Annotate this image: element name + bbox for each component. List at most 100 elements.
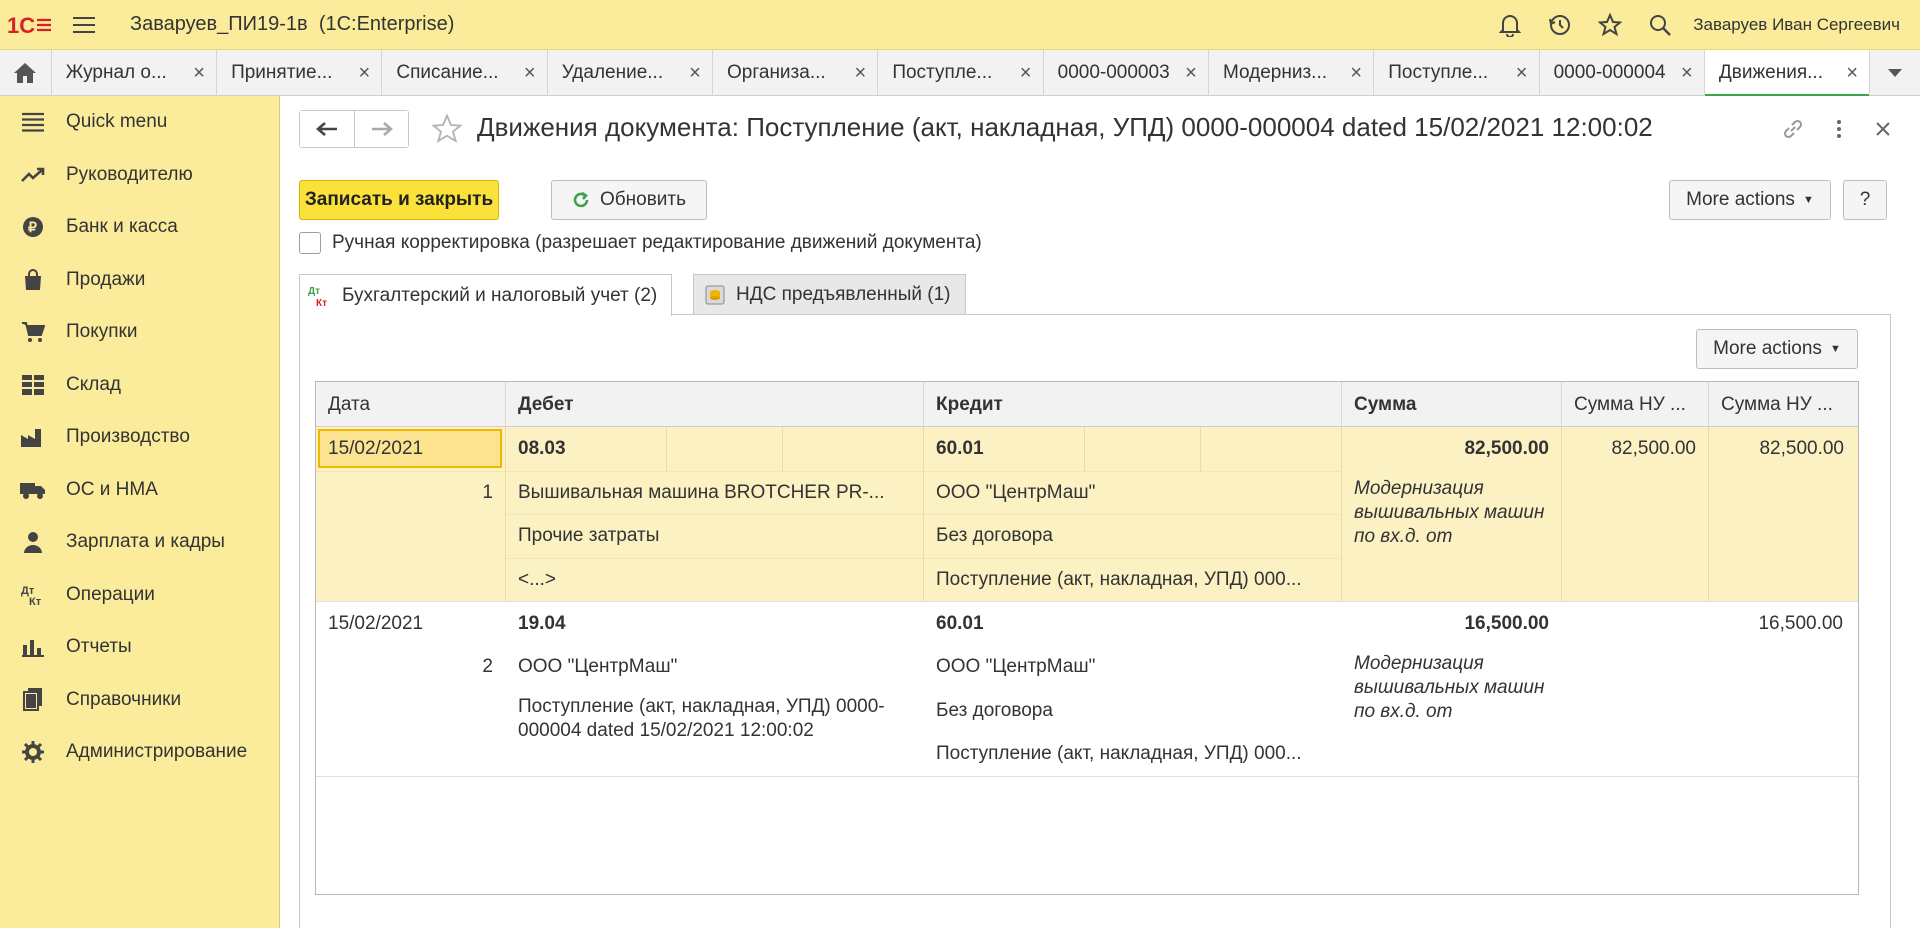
entry-date[interactable]: 15/02/2021 [316, 602, 505, 646]
credit-subconto-3[interactable]: Поступление (акт, накладная, УПД) 000... [924, 557, 1341, 602]
column-header-sum[interactable]: Сумма [1342, 382, 1562, 427]
manual-correction-checkbox[interactable] [299, 232, 321, 254]
debit-subconto-1[interactable]: Вышивальная машина BROTCHER PR-... [506, 470, 923, 515]
tab-dvizheniya[interactable]: Движения... × [1704, 50, 1871, 97]
column-header-sum-nu[interactable]: Сумма НУ ... [1562, 382, 1709, 427]
tab-vat[interactable]: НДС предъявленный (1) [693, 274, 966, 315]
credit-account[interactable]: 60.01 [924, 602, 1341, 646]
tab-udalenie[interactable]: Удаление... × [548, 50, 714, 96]
help-button[interactable]: ? [1843, 180, 1887, 220]
close-icon[interactable]: × [684, 62, 706, 85]
tab-label: Удаление... [561, 62, 664, 83]
forward-button[interactable] [354, 111, 408, 147]
sidebar-item-otchety[interactable]: Отчеты [0, 621, 279, 674]
bell-icon[interactable] [1485, 0, 1535, 50]
credit-subconto-2[interactable]: Без договора [924, 689, 1341, 733]
user-name[interactable]: Заваруев Иван Сергеевич [1693, 15, 1900, 35]
movements-table[interactable]: Дата Дебет Кредит Сумма Сумма НУ ... Сум… [315, 381, 1859, 895]
tab-prinyatie[interactable]: Принятие... × [217, 50, 383, 96]
debit-account[interactable]: 08.03 [506, 427, 923, 471]
manual-correction-label[interactable]: Ручная корректировка (разрешает редактир… [332, 232, 982, 254]
credit-account[interactable]: 60.01 [924, 427, 1341, 471]
tab-journal[interactable]: Журнал о... × [52, 50, 218, 96]
search-icon[interactable] [1635, 0, 1685, 50]
sum-nu-value[interactable]: 82,500.00 [1709, 427, 1856, 471]
tab-modernizatsiya[interactable]: Модерниз... × [1209, 50, 1375, 96]
close-icon[interactable]: × [353, 62, 375, 85]
entry-sum[interactable]: 82,500.00 [1342, 427, 1561, 471]
sum-nu-cell: 82,500.00 [1709, 427, 1856, 601]
entry-sum[interactable]: 16,500.00 [1342, 602, 1561, 646]
sidebar-item-proizvodstvo[interactable]: Производство [0, 411, 279, 464]
column-header-sum-nu[interactable]: Сумма НУ ... [1709, 382, 1856, 427]
sidebar-item-bank[interactable]: ₽ Банк и касса [0, 201, 279, 254]
document-movements-form: Движения документа: Поступление (акт, на… [280, 96, 1920, 928]
column-header-credit[interactable]: Кредит [924, 382, 1342, 427]
sum-nu-value[interactable]: 82,500.00 [1562, 427, 1708, 471]
tab-organizatsii[interactable]: Организа... × [713, 50, 879, 96]
sidebar-item-pokupki[interactable]: Покупки [0, 306, 279, 359]
entry-content[interactable]: Модернизация вышивальных машин по вх.д. … [1342, 646, 1561, 724]
close-icon[interactable]: × [188, 62, 210, 85]
column-header-date[interactable]: Дата [316, 382, 506, 427]
sidebar-item-os-nma[interactable]: ОС и НМА [0, 464, 279, 517]
close-icon[interactable]: × [849, 62, 871, 85]
sidebar-item-label: Покупки [66, 321, 138, 343]
1c-logo[interactable]: 1C [0, 0, 60, 50]
favorites-star-icon[interactable] [1585, 0, 1635, 50]
home-icon[interactable] [0, 50, 52, 96]
table-more-actions-button[interactable]: More actions ▼ [1696, 329, 1858, 369]
column-header-debit[interactable]: Дебет [506, 382, 924, 427]
close-icon[interactable]: × [519, 62, 541, 85]
debit-subconto-2[interactable]: Поступление (акт, накладная, УПД) 0000-0… [506, 689, 923, 776]
history-icon[interactable] [1535, 0, 1585, 50]
sum-nu-value[interactable] [1562, 602, 1708, 646]
tab-postuplenie-2[interactable]: Поступле... × [1374, 50, 1540, 96]
close-icon[interactable]: × [1676, 62, 1698, 85]
debit-subconto-1[interactable]: ООО "ЦентрМаш" [506, 646, 923, 690]
tab-postuplenie-1[interactable]: Поступле... × [878, 50, 1044, 96]
sidebar-item-rukovoditelyu[interactable]: Руководителю [0, 149, 279, 202]
close-icon[interactable] [1864, 110, 1902, 148]
debit-subconto-3[interactable]: <...> [506, 557, 923, 602]
sum-nu-value[interactable]: 16,500.00 [1709, 602, 1855, 646]
close-icon[interactable]: × [1511, 62, 1533, 85]
sidebar-item-zarplata[interactable]: Зарплата и кадры [0, 516, 279, 569]
ruble-icon: ₽ [0, 216, 66, 238]
credit-subconto-3[interactable]: Поступление (акт, накладная, УПД) 000... [924, 733, 1341, 777]
tab-doc-000004[interactable]: 0000-000004 × [1540, 50, 1705, 96]
debit-account[interactable]: 19.04 [506, 602, 923, 646]
tab-spisanie[interactable]: Списание... × [382, 50, 548, 96]
sidebar-item-administrirovanie[interactable]: Администрирование [0, 726, 279, 779]
debit-cell: 08.03 Вышивальная машина BROTCHER PR-...… [506, 427, 924, 601]
save-and-close-button[interactable]: Записать и закрыть [299, 180, 499, 220]
close-icon[interactable]: × [1015, 62, 1037, 85]
sum-nu-cell: 82,500.00 [1562, 427, 1709, 601]
refresh-button[interactable]: Обновить [551, 180, 707, 220]
link-icon[interactable] [1774, 110, 1812, 148]
back-button[interactable] [300, 111, 354, 147]
debit-subconto-2[interactable]: Прочие затраты [506, 514, 923, 558]
table-row[interactable]: 15/02/2021 1 08.03 Вышивальная машина BR… [316, 427, 1858, 602]
sidebar-item-sklad[interactable]: Склад [0, 359, 279, 412]
tabs-dropdown-icon[interactable] [1870, 50, 1920, 96]
close-icon[interactable]: × [1841, 62, 1863, 85]
credit-subconto-1[interactable]: ООО "ЦентрМаш" [924, 646, 1341, 690]
sidebar-item-quick-menu[interactable]: Quick menu [0, 96, 279, 149]
more-vertical-icon[interactable] [1820, 110, 1858, 148]
main-menu-icon[interactable] [60, 0, 108, 50]
credit-subconto-2[interactable]: Без договора [924, 514, 1341, 558]
table-row[interactable]: 15/02/2021 2 19.04 ООО "ЦентрМаш" Поступ… [316, 602, 1858, 777]
sidebar-item-spravochniki[interactable]: Справочники [0, 674, 279, 727]
sidebar-item-operatsii[interactable]: Дт Кт Операции [0, 569, 279, 622]
tab-doc-000003[interactable]: 0000-000003 × [1044, 50, 1209, 96]
more-actions-button[interactable]: More actions ▼ [1669, 180, 1831, 220]
favorite-star-icon[interactable] [428, 110, 466, 148]
credit-subconto-1[interactable]: ООО "ЦентрМаш" [924, 470, 1341, 515]
close-icon[interactable]: × [1345, 62, 1367, 85]
entry-content[interactable]: Модернизация вышивальных машин по вх.д. … [1342, 471, 1561, 549]
tab-accounting[interactable]: Дт Кт Бухгалтерский и налоговый учет (2) [299, 274, 673, 316]
entry-date[interactable]: 15/02/2021 [316, 427, 505, 471]
sidebar-item-prodazhi[interactable]: Продажи [0, 254, 279, 307]
close-icon[interactable]: × [1180, 62, 1202, 85]
